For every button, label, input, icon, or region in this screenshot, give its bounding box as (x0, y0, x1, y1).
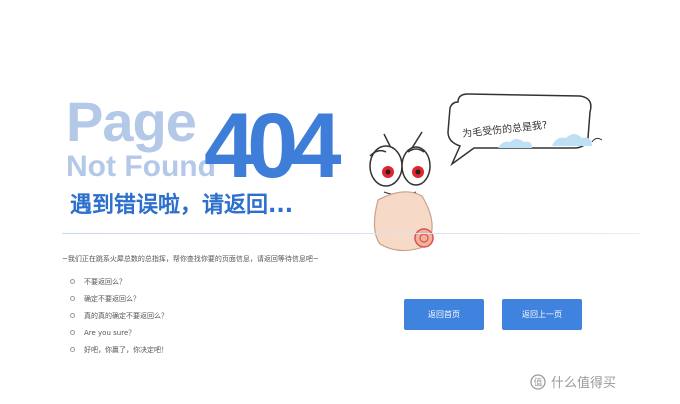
page-word: Page (66, 90, 197, 153)
error-code: 404 (204, 95, 341, 197)
divider (62, 233, 640, 234)
intro-text: ~我们正在跳系火犀总数的总指挥，帮你查找你要的页面信息，请返回等待信息吧~ (62, 255, 319, 263)
option-item[interactable]: 确定不要返回么？ (70, 290, 168, 307)
radio-icon[interactable] (70, 347, 75, 352)
not-found-word: Not Found (66, 150, 216, 183)
zhidemai-logo-icon: 值 (530, 373, 546, 390)
option-item[interactable]: Are you sure？ (70, 324, 168, 341)
speech-bubble: 为毛受伤的总是我? (447, 93, 603, 167)
svg-text:值: 值 (533, 376, 542, 388)
back-to-home-button[interactable]: 返回首页 (404, 299, 484, 330)
option-item[interactable]: 好吧，你赢了，你决定吧！ (70, 341, 168, 358)
snail-mascot (369, 131, 434, 252)
option-label: Are you sure？ (84, 328, 136, 337)
options-list: 不要返回么？ 确定不要返回么？ 真的真的确定不要返回么？ Are you sur… (70, 273, 168, 358)
error-headline: 遇到错误啦，请返回... (70, 193, 294, 218)
radio-icon[interactable] (70, 296, 75, 301)
radio-icon[interactable] (70, 279, 75, 284)
option-label: 真的真的确定不要返回么？ (84, 311, 168, 320)
option-item[interactable]: 不要返回么？ (70, 273, 168, 290)
go-back-button[interactable]: 返回上一页 (502, 299, 582, 330)
snail-shell-icon (414, 228, 434, 248)
watermark: 值 什么值得买 (530, 372, 616, 391)
option-label: 不要返回么？ (84, 277, 126, 286)
option-item[interactable]: 真的真的确定不要返回么？ (70, 307, 168, 324)
option-label: 好吧，你赢了，你决定吧！ (84, 345, 168, 354)
radio-icon[interactable] (70, 313, 75, 318)
right-eye-icon (401, 146, 431, 186)
watermark-text: 什么值得买 (551, 376, 617, 391)
radio-icon[interactable] (70, 330, 75, 335)
swirl-icon (591, 137, 603, 143)
option-label: 确定不要返回么？ (84, 294, 140, 303)
